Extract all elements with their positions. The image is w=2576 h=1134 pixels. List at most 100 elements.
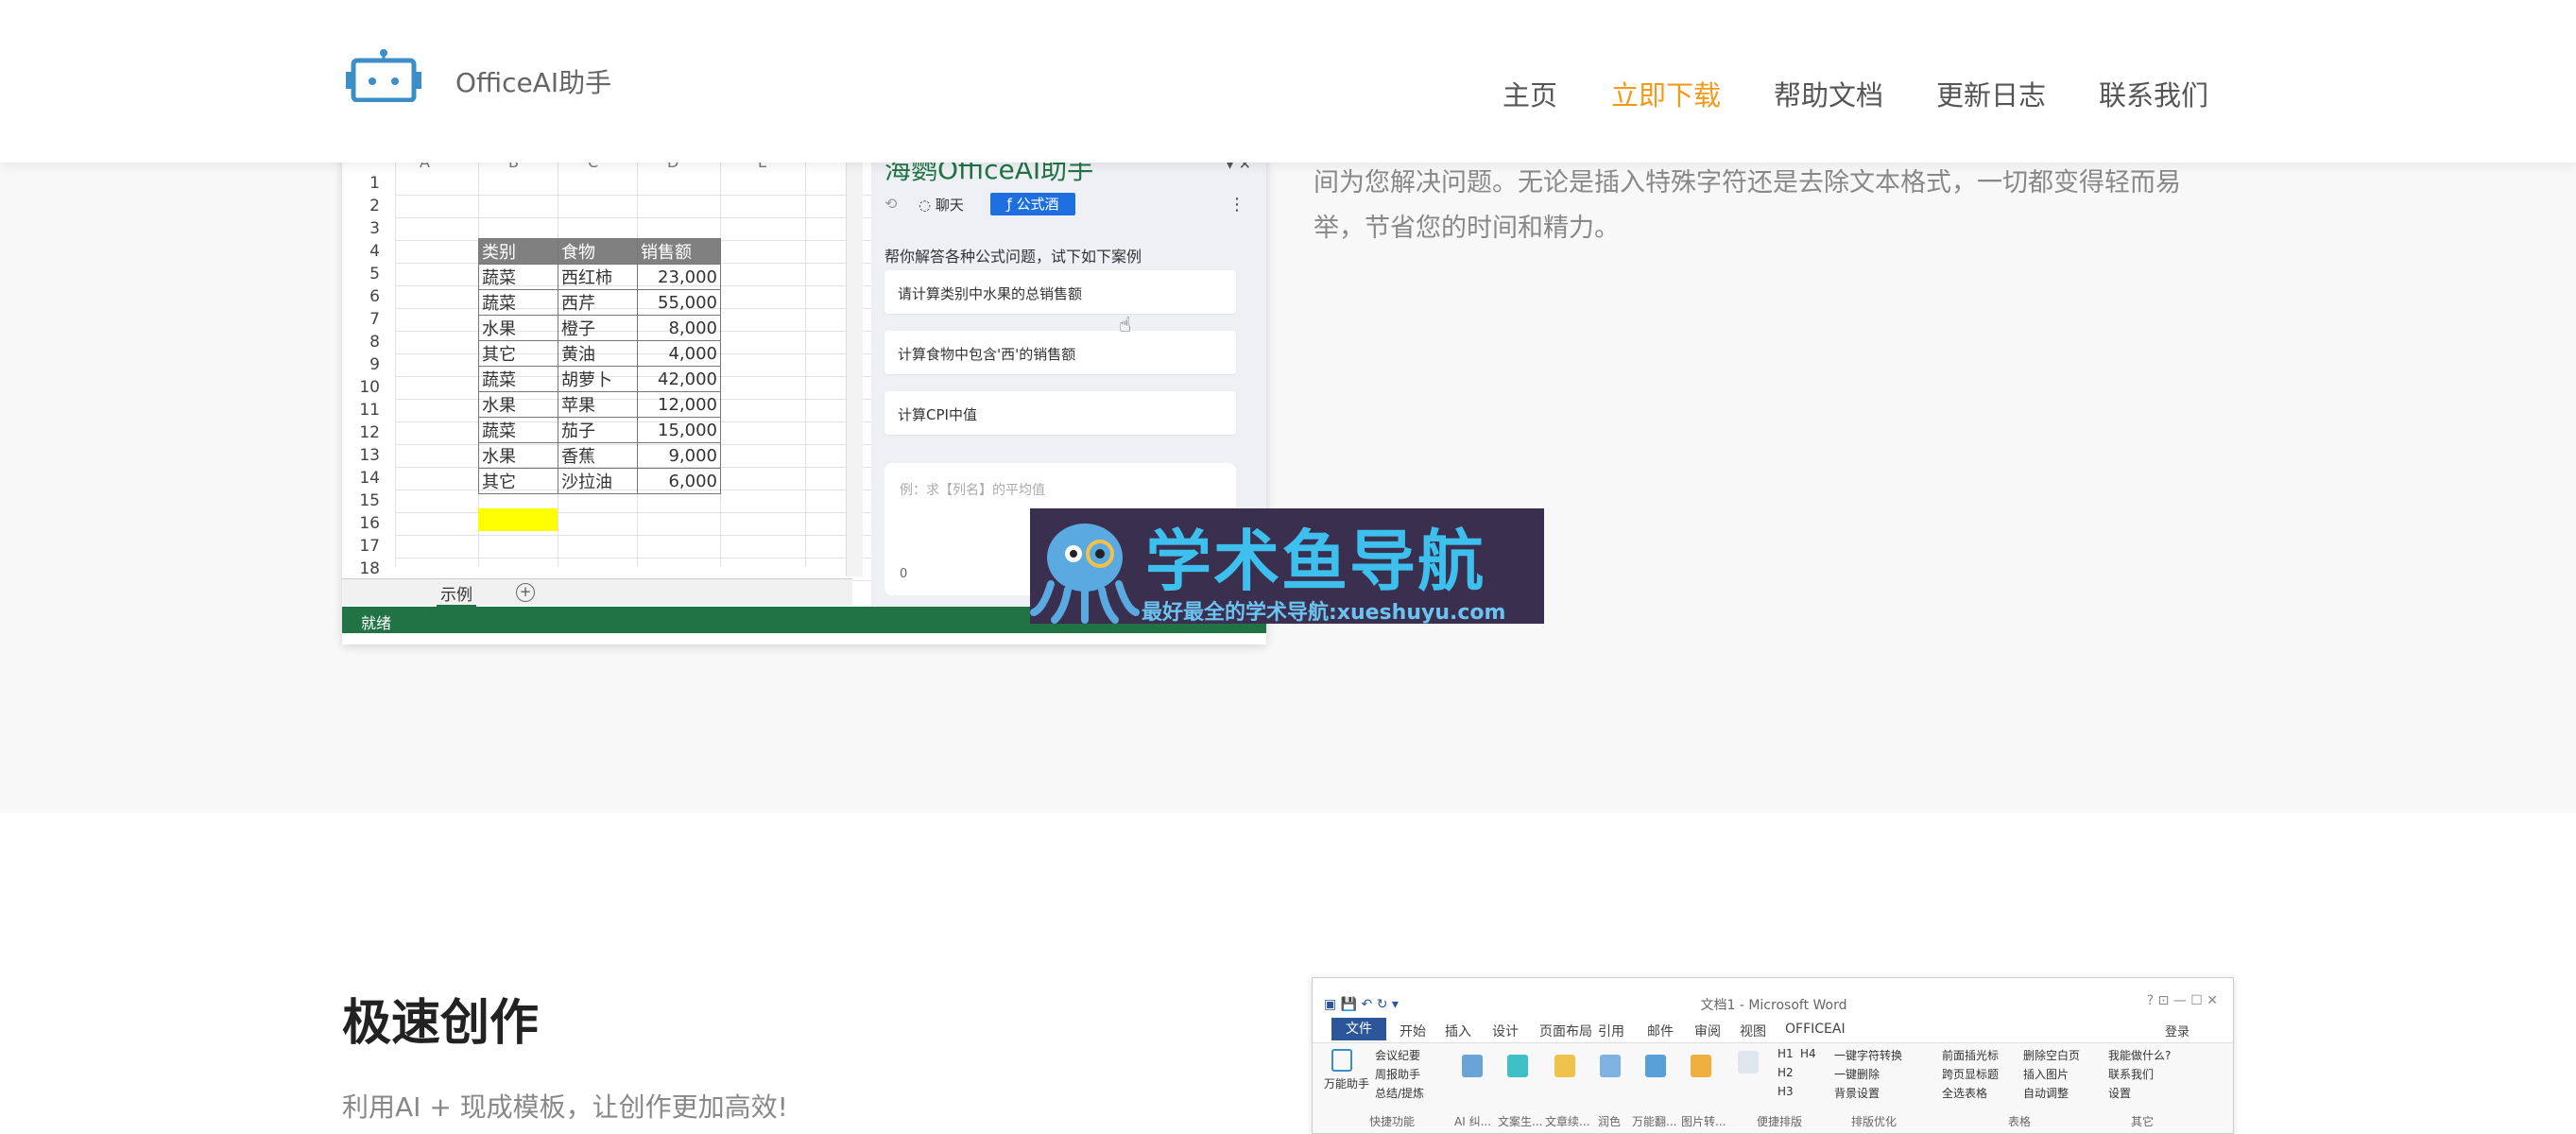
table-cell[interactable]: 蔬菜 [478, 366, 558, 392]
ribbon-item[interactable]: 删除空白页 [2023, 1047, 2080, 1063]
table-cell[interactable]: 55,000 [637, 289, 721, 316]
tab-formula[interactable]: ƒ 公式酒 [990, 193, 1075, 215]
ribbon-item[interactable]: 会议纪要 [1375, 1047, 1420, 1063]
table-cell[interactable]: 水果 [478, 391, 558, 418]
nav-home[interactable]: 主页 [1503, 74, 1557, 113]
ribbon-tab[interactable]: 引用 [1598, 1022, 1624, 1040]
nav-download[interactable]: 立即下载 [1611, 74, 1721, 113]
add-sheet-icon[interactable]: + [516, 583, 535, 602]
ribbon-item[interactable]: H2 [1777, 1066, 1794, 1079]
ribbon-item[interactable]: 全选表格 [1942, 1085, 1987, 1101]
table-cell[interactable]: 23,000 [637, 264, 721, 290]
table-cell[interactable]: 9,000 [637, 442, 721, 469]
table-cell[interactable]: 8,000 [637, 315, 721, 341]
ribbon-group-label: 文案生... [1498, 1115, 1543, 1128]
continue-writing-icon[interactable] [1554, 1055, 1575, 1077]
word-title: 文档1 - Microsoft Word [1700, 998, 1847, 1013]
polish-icon[interactable] [1600, 1055, 1621, 1077]
table-cell[interactable]: 西红柿 [558, 264, 638, 290]
case-card[interactable]: 请计算类别中水果的总销售额 [884, 270, 1236, 314]
sheet-tab-bar: 示例 + [342, 578, 852, 607]
table-cell[interactable]: 6,000 [637, 468, 721, 494]
formula-icon: ƒ [1006, 196, 1012, 213]
ribbon-item[interactable]: 周报助手 [1375, 1066, 1420, 1082]
ribbon-item[interactable]: 一键删除 [1834, 1066, 1880, 1082]
table-cell[interactable]: 苹果 [558, 391, 638, 418]
table-cell[interactable]: 蔬菜 [478, 289, 558, 316]
input-placeholder: 例：求【列名】的平均值 [900, 483, 1045, 498]
table-cell[interactable]: 42,000 [637, 366, 721, 392]
table-cell[interactable]: 其它 [478, 340, 558, 367]
table-cell[interactable]: 15,000 [637, 417, 721, 443]
translate-icon[interactable] [1645, 1055, 1666, 1077]
table-cell[interactable]: 12,000 [637, 391, 721, 418]
case-card[interactable]: 计算CPI中值 [884, 391, 1236, 435]
highlighted-cell[interactable] [478, 508, 558, 531]
table-cell[interactable]: 茄子 [558, 417, 638, 443]
ribbon-item[interactable]: H4 [1800, 1047, 1816, 1060]
table-cell[interactable]: 水果 [478, 442, 558, 469]
ribbon-item[interactable]: H1 [1777, 1047, 1794, 1060]
feature-description: 间为您解决问题。无论是插入特殊字符还是去除文本格式，一切都变得轻而易举，节省您的… [1314, 168, 2181, 243]
ribbon-tab[interactable]: 页面布局 [1539, 1022, 1592, 1040]
table-row: 水果 橙子 8,000 [478, 315, 721, 341]
table-cell[interactable]: 西芹 [558, 289, 638, 316]
nav-contact[interactable]: 联系我们 [2099, 74, 2208, 113]
ribbon-item[interactable]: 联系我们 [2108, 1066, 2154, 1082]
ribbon-tab[interactable]: 设计 [1492, 1022, 1519, 1040]
more-menu-icon[interactable]: ⋮ [1228, 195, 1245, 215]
ribbon-item[interactable]: 插入图片 [2023, 1066, 2069, 1082]
section-title: 极速创作 [342, 995, 540, 1052]
window-controls[interactable]: ? ⊡ — ☐ ✕ [2147, 993, 2218, 1008]
nav-docs[interactable]: 帮助文档 [1774, 74, 1883, 113]
vertical-scrollbar[interactable] [846, 151, 863, 576]
table-cell[interactable]: 香蕉 [558, 442, 638, 469]
ribbon-item[interactable]: 我能做什么? [2108, 1047, 2171, 1063]
copywriting-icon[interactable] [1507, 1055, 1528, 1077]
ribbon-group-label: 快捷功能 [1369, 1115, 1416, 1128]
ribbon-tab[interactable]: 开始 [1400, 1022, 1426, 1040]
table-row: 蔬菜 茄子 15,000 [478, 417, 721, 443]
ribbon-tab[interactable]: 插入 [1445, 1022, 1471, 1040]
ribbon-item[interactable]: 跨页显标题 [1942, 1066, 1999, 1082]
ribbon-item[interactable]: 设置 [2108, 1085, 2131, 1101]
history-icon[interactable]: ⟲ [884, 195, 897, 213]
table-row: 蔬菜 胡萝卜 42,000 [478, 366, 721, 392]
login-link[interactable]: 登录 [2165, 1022, 2190, 1040]
ribbon-item[interactable]: H3 [1777, 1085, 1794, 1098]
table-cell[interactable]: 胡萝卜 [558, 366, 638, 392]
nav-changelog[interactable]: 更新日志 [1936, 74, 2046, 113]
ribbon-tab[interactable]: OFFICEAI [1785, 1022, 1846, 1037]
table-cell[interactable]: 沙拉油 [558, 468, 638, 494]
ribbon-tab[interactable]: 视图 [1740, 1022, 1766, 1040]
image-convert-icon[interactable] [1691, 1055, 1711, 1077]
ribbon-item[interactable]: 万能助手 [1324, 1075, 1369, 1091]
cursor-hand-icon: ☝ [1119, 314, 1132, 337]
table-cell[interactable]: 橙子 [558, 315, 638, 341]
table-row: 蔬菜 西红柿 23,000 [478, 264, 721, 290]
ribbon-item[interactable]: 前面插光标 [1942, 1047, 1999, 1063]
robot-icon[interactable] [1331, 1049, 1352, 1072]
ribbon-group-label: 其它 [2131, 1115, 2155, 1128]
tab-chat[interactable]: ◌ 聊天 [919, 195, 964, 215]
table-cell[interactable]: 蔬菜 [478, 264, 558, 290]
robot-logo-icon[interactable] [346, 49, 421, 102]
table-cell[interactable]: 黄油 [558, 340, 638, 367]
table-cell[interactable]: 其它 [478, 468, 558, 494]
ribbon-tab[interactable]: 邮件 [1647, 1022, 1674, 1040]
table-cell[interactable]: 水果 [478, 315, 558, 341]
heading-style-icon[interactable] [1738, 1051, 1759, 1074]
table-cell[interactable]: 蔬菜 [478, 417, 558, 443]
ribbon-item[interactable]: 总结/提炼 [1375, 1085, 1424, 1101]
sheet-tab[interactable]: 示例 [437, 581, 476, 607]
case-card[interactable]: 计算食物中包含'西'的销售额 [884, 331, 1236, 374]
ribbon-item[interactable]: 背景设置 [1834, 1085, 1880, 1101]
brand-name[interactable]: OfficeAI助手 [455, 62, 611, 100]
ribbon-tab[interactable]: 审阅 [1694, 1022, 1721, 1040]
watermark-title: 学术鱼导航 [1145, 523, 1485, 600]
sales-table: 类别 食物 销售额 蔬菜 西红柿 23,000 蔬菜 西芹 55,000 水果 橙子 8,000… [478, 238, 721, 494]
table-cell[interactable]: 4,000 [637, 340, 721, 367]
ribbon-item[interactable]: 自动调整 [2023, 1085, 2069, 1101]
ai-correct-icon[interactable] [1462, 1055, 1483, 1077]
ribbon-item[interactable]: 一键字符转换 [1834, 1047, 1902, 1063]
